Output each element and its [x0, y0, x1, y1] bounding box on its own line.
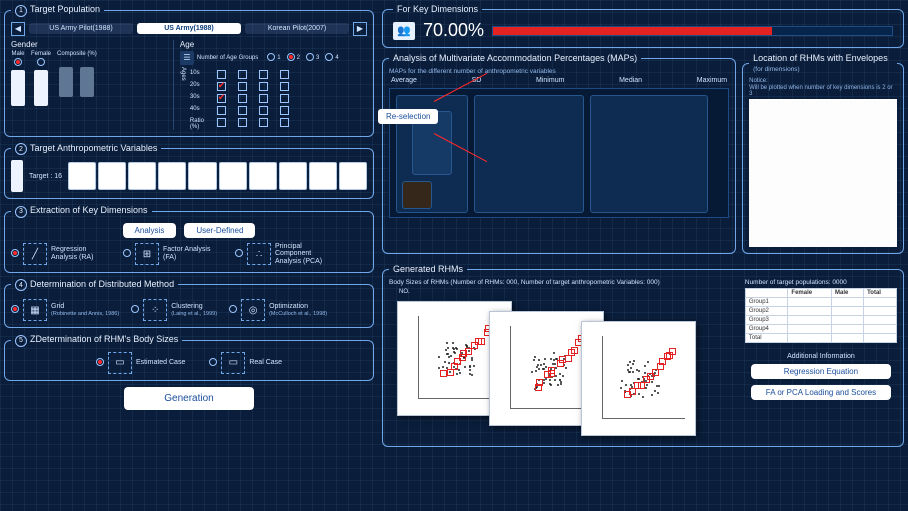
- progress-bar: [492, 26, 893, 36]
- opt-grid[interactable]: [11, 305, 19, 313]
- composite-female-icon: [80, 67, 94, 97]
- tab-0[interactable]: US Army Pilot(1988): [29, 23, 133, 34]
- opt-estimated[interactable]: [96, 358, 104, 366]
- gender-female-radio[interactable]: [37, 58, 45, 66]
- section-key-dimensions: For Key Dimensions 70.00%: [382, 4, 904, 48]
- section-maps: Analysis of Multivariate Accommodation P…: [382, 53, 736, 254]
- tab-prev[interactable]: ◀: [11, 22, 25, 36]
- section-target-population: 1Target Population ◀ US Army Pilot(1988)…: [4, 4, 374, 137]
- pca-icon: ∴: [247, 243, 271, 265]
- population-table: FemaleMaleTotal Group1 Group2 Group3 Gro…: [745, 288, 897, 343]
- estimated-icon: ▭: [108, 352, 132, 374]
- section-location-rhms: Location of RHMs with Envelopes (for dim…: [742, 53, 904, 254]
- tab-2[interactable]: Korean Pilot(2007): [245, 23, 349, 34]
- opt-pca[interactable]: [235, 249, 243, 257]
- age-title: Age: [180, 40, 367, 49]
- fa-pca-button[interactable]: FA or PCA Loading and Scores: [751, 385, 891, 400]
- opt-fa[interactable]: [123, 249, 131, 257]
- regression-eq-button[interactable]: Regression Equation: [751, 364, 891, 379]
- tab-next[interactable]: ▶: [353, 22, 367, 36]
- body-figure-icon: [11, 160, 23, 192]
- analysis-button[interactable]: Analysis: [123, 223, 177, 238]
- age-groups-icon: [180, 51, 194, 65]
- opt-clustering[interactable]: [131, 305, 139, 313]
- age-n2[interactable]: [287, 53, 295, 61]
- gender-male-radio[interactable]: [14, 58, 22, 66]
- grid-icon: ▦: [23, 299, 47, 321]
- section-dist-method: 4Determination of Distributed Method ▦Gr…: [4, 279, 374, 329]
- reselection-button[interactable]: Re-selection: [378, 109, 438, 124]
- male-figure-icon: [11, 70, 25, 106]
- factor-icon: ⊞: [135, 243, 159, 265]
- gender-title: Gender: [11, 40, 167, 49]
- cluster-icon: ⁘: [143, 299, 167, 321]
- opt-ra[interactable]: [11, 249, 19, 257]
- female-figure-icon: [34, 70, 48, 106]
- maps-preview-image: [389, 88, 729, 218]
- user-defined-button[interactable]: User-Defined: [184, 223, 255, 238]
- composite-male-icon: [59, 67, 73, 97]
- regression-icon: ╱: [23, 243, 47, 265]
- section1-title: Target Population: [30, 4, 100, 14]
- optim-icon: ◎: [241, 299, 265, 321]
- opt-real[interactable]: [209, 358, 217, 366]
- people-icon: [393, 22, 415, 40]
- section-extraction: 3Extraction of Key Dimensions Analysis U…: [4, 205, 374, 273]
- target-count: Target : 16: [29, 173, 62, 180]
- var-slot[interactable]: [68, 162, 96, 190]
- key-pct: 70.00%: [423, 20, 484, 41]
- age-n3[interactable]: [306, 53, 314, 61]
- scatter-plots: [389, 295, 739, 440]
- section-anthro-vars: 2Target Anthropometric Variables Target …: [4, 143, 374, 200]
- opt-optimization[interactable]: [229, 305, 237, 313]
- age-n1[interactable]: [267, 53, 275, 61]
- section-generated-rhms: Generated RHMs Body Sizes of RHMs (Numbe…: [382, 264, 904, 447]
- age-n4[interactable]: [325, 53, 333, 61]
- section-body-sizes: 5ZDetermination of RHM's Body Sizes ▭Est…: [4, 334, 374, 381]
- real-icon: ▭: [221, 352, 245, 374]
- location-plot-area: [749, 99, 897, 247]
- generation-button[interactable]: Generation: [124, 387, 253, 410]
- tab-1[interactable]: US Army(1988): [137, 23, 241, 34]
